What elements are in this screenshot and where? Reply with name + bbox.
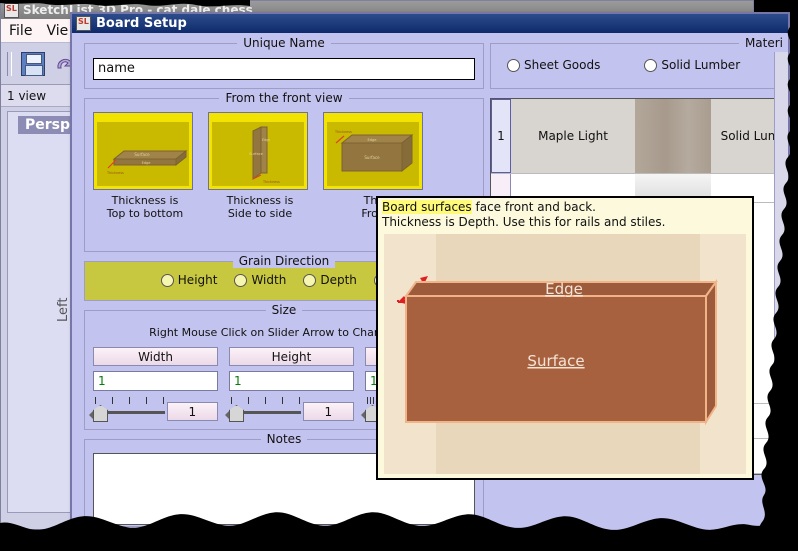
view-count-label: 1 view [7,88,47,103]
slider-handle[interactable] [229,405,244,422]
grain-option-width[interactable]: Width [234,273,286,287]
grain-option-depth[interactable]: Depth [303,273,357,287]
tooltip-line-1-rest: face front and back. [471,200,596,214]
front-view-caption-1: Thickness is Side to side [208,194,312,220]
svg-text:Edge: Edge [367,138,377,142]
board-vertical-panel-art: Surface Edge Thickness [249,126,280,184]
unique-name-input[interactable] [93,57,475,80]
unique-name-group: Unique Name [84,36,484,89]
menu-item-view[interactable]: Vie [46,23,68,39]
front-view-thumb-1[interactable]: Surface Edge Thickness [208,112,308,190]
svg-text:Thickness: Thickness [262,180,280,184]
menu-item-file[interactable]: File [9,23,32,39]
slider-arrow-icon[interactable] [89,411,93,419]
row-material-name: Maple Light [538,129,608,143]
height-slider-row: 1 [225,397,354,422]
size-field-height: Height 1 1 [225,347,354,422]
svg-text:Surface: Surface [364,155,380,160]
dialog-title: Board Setup [96,16,187,31]
height-label[interactable]: Height [229,347,354,366]
view-orientation-label: Left [56,297,71,322]
width-label[interactable]: Width [93,347,218,366]
svg-text:Edge: Edge [142,161,151,165]
slider-ticks [231,397,301,404]
maple-light-texture-swatch [635,99,711,173]
material-option-solid-lumber[interactable]: Solid Lumber [644,58,740,72]
table-row[interactable]: 1 Maple Light Solid Lum [491,99,788,174]
slider-ticks [95,397,165,404]
width-increment[interactable]: 1 [166,402,218,421]
svg-text:Edge: Edge [262,138,270,142]
unique-name-group-title: Unique Name [85,36,483,50]
radio-icon[interactable] [507,58,520,72]
dialog-titlebar: Board Setup [72,14,788,33]
front-view-group-title: From the front view [85,91,483,105]
caption-line2: Side to side [227,207,293,220]
tooltip-line-2: Thickness is Depth. Use this for rails a… [382,215,666,229]
height-value[interactable]: 1 [229,371,354,391]
width-slider-row: 1 [89,397,218,422]
board-flat-horizontal-art: Surface Edge Thickness [106,149,188,175]
help-tooltip: Board surfaces face front and back. Thic… [376,196,754,480]
surface-label: Surface [527,352,584,370]
svg-text:Thickness: Thickness [334,130,352,134]
width-slider[interactable] [89,397,165,422]
board-3d-diagram: Edge Surface [397,276,718,426]
material-option-label: Sheet Goods [524,58,601,72]
radio-icon[interactable] [303,273,317,287]
slider-arrow-icon[interactable] [225,411,229,419]
svg-text:Surface: Surface [249,152,263,156]
unique-name-group-inner [85,44,483,88]
grain-option-height[interactable]: Height [160,273,218,287]
caption-line1: Thickness is [111,194,179,207]
slider-handle[interactable] [93,405,108,422]
radio-icon[interactable] [234,273,248,287]
grain-option-label: Height [177,273,218,287]
height-slider[interactable] [225,397,301,422]
dialog-sketchlist-icon [76,16,91,31]
dialog-scrollbar[interactable] [774,52,788,530]
tooltip-highlight: Board surfaces [382,200,472,214]
slider-arrow-icon[interactable] [361,411,365,419]
svg-text:Surface: Surface [134,152,150,157]
radio-icon[interactable] [160,273,174,287]
front-view-thumb-0[interactable]: Surface Edge Thickness [93,112,193,190]
caption-line1: Thickness is [226,194,294,207]
size-field-width: Width 1 1 [89,347,218,422]
caption-line2: Top to bottom [106,207,184,220]
tooltip-line-1: Board surfaces face front and back. [382,200,748,215]
front-view-option-1[interactable]: Surface Edge Thickness Thickness is Side… [208,112,312,220]
grain-option-label: Width [251,273,287,287]
screenshot-root: SketchList 3D Pro - cat dale chess File … [0,0,798,551]
save-icon[interactable] [21,51,45,76]
board-front-to-back-art: Edge Surface Thickness [334,130,414,173]
front-view-caption-0: Thickness is Top to bottom [93,194,197,220]
grain-option-label: Depth [320,273,357,287]
radio-icon[interactable] [644,58,658,72]
material-option-sheet-goods[interactable]: Sheet Goods [507,58,600,72]
material-option-label: Solid Lumber [661,58,741,72]
material-options: Sheet Goods Solid Lumber Other [499,58,788,72]
height-increment[interactable]: 1 [302,402,354,421]
front-view-thumb-2[interactable]: Edge Surface Thickness [323,112,423,190]
sketchlist-icon [4,2,19,18]
toolbar-grip[interactable] [7,51,12,76]
row-index: 1 [491,99,511,173]
tooltip-text: Board surfaces face front and back. Thic… [378,198,752,230]
tooltip-illustration: Thickness Edge Surface [384,234,746,474]
edge-label: Edge [545,280,583,298]
material-group-title: Materi [491,36,788,50]
svg-text:Thickness: Thickness [106,171,124,175]
material-group: Materi Sheet Goods Solid Lumber [490,36,788,89]
front-view-option-0[interactable]: Surface Edge Thickness Thickness is Top … [93,112,197,220]
width-value[interactable]: 1 [93,371,218,391]
